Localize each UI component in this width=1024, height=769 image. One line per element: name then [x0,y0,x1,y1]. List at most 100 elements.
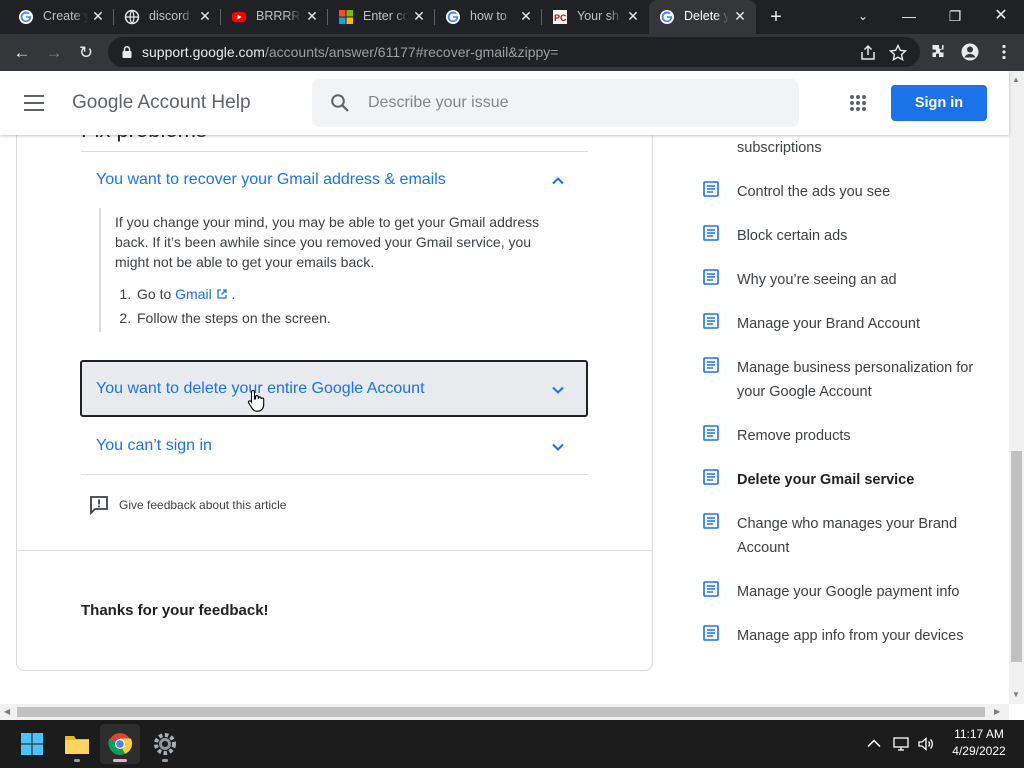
tab-title: Your sh [577,9,619,23]
close-tab-icon[interactable]: ✕ [732,8,748,24]
restore-button[interactable]: ❐ [932,0,978,34]
close-window-button[interactable]: ✕ [978,0,1024,34]
feedback-link[interactable]: Give feedback about this article [88,494,286,516]
gmail-link[interactable]: Gmail [175,286,227,302]
article-icon [703,357,719,373]
bookmark-star-icon[interactable] [888,43,908,63]
sidebar-item-label: Block certain ads [737,228,848,244]
tab-title: Enter co [363,9,408,23]
feedback-label: Give feedback about this article [119,498,287,512]
scroll-right-arrow-icon[interactable]: ▶ [994,707,1000,717]
chevron-down-icon[interactable] [551,440,565,454]
sidebar-item-label: subscriptions [737,140,822,156]
volume-icon[interactable] [917,735,935,753]
url-text[interactable]: support.google.com/accounts/answer/61177… [142,44,558,60]
back-button[interactable]: ← [9,40,35,66]
tab-title: Create y [43,9,88,23]
browser-toolbar: ← → ↻ support.google.com/accounts/answer… [0,34,1024,71]
step-text: Go to [137,286,172,302]
minimize-button[interactable]: — [886,0,932,34]
chevron-up-icon[interactable] [551,174,565,188]
google-apps-icon[interactable] [849,94,867,112]
clock-time: 11:17 AM [954,727,1004,741]
browser-menu-icon[interactable] [994,42,1014,62]
accordion-body: If you change your mind, you may be able… [99,208,559,332]
browser-tab[interactable]: PC Your sh ✕ [542,0,649,34]
browser-tab[interactable]: Enter co ✕ [328,0,435,34]
browser-tab[interactable]: BRRRRR ✕ [221,0,328,34]
site-title[interactable]: Google Account Help [72,92,251,114]
sidebar-item-label: Why you’re seeing an ad [737,272,897,288]
close-tab-icon[interactable]: ✕ [197,8,213,24]
scroll-left-arrow-icon[interactable]: ◀ [4,707,10,717]
running-indicator [162,759,168,762]
article-icon [703,581,719,597]
new-tab-button[interactable]: + [766,7,786,27]
chevron-down-icon[interactable] [551,383,565,397]
sign-in-button[interactable]: Sign in [891,85,987,121]
article-icon [703,225,719,241]
search-icon[interactable] [330,93,350,113]
start-button[interactable] [12,724,52,764]
show-hidden-icons-chevron-icon[interactable] [865,735,883,753]
forward-button[interactable]: → [41,40,67,66]
youtube-icon [232,12,246,22]
clock-date: 4/29/2022 [952,744,1006,758]
body-paragraph: If you change your mind, you may be able… [115,214,540,270]
accordion-recover-gmail[interactable]: You want to recover your Gmail address &… [96,171,446,189]
tab-title: how to [470,9,507,23]
sidebar-item-label: Manage business personalization for your… [737,360,974,400]
chrome-button[interactable] [100,724,140,764]
google-icon [660,10,674,24]
svg-text:PC: PC [554,13,567,23]
article-icon [703,469,719,485]
thanks-message: Thanks for your feedback! [81,602,269,619]
chrome-icon [108,733,133,755]
browser-tab[interactable]: how to ✕ [435,0,542,34]
system-clock[interactable]: 11:17 AM 4/29/2022 [944,726,1014,760]
search-box[interactable] [312,79,799,127]
step-text: . [231,286,236,302]
article-icon [703,425,719,441]
tab-title: BRRRRR [256,9,301,23]
article-icon [703,513,719,529]
lock-icon [122,45,132,58]
windows-taskbar: 11:17 AM 4/29/2022 [0,720,1024,768]
settings-button[interactable] [145,724,185,764]
divider [81,474,588,475]
browser-tab[interactable]: discord ✕ [114,0,221,34]
horizontal-scrollbar-thumb[interactable] [17,707,985,717]
scroll-down-arrow-icon[interactable]: ▼ [1012,690,1020,700]
browser-tab-active[interactable]: Delete y ✕ [649,0,756,34]
microsoft-icon [339,10,353,24]
close-tab-icon[interactable]: ✕ [90,8,106,24]
vertical-scrollbar-thumb[interactable] [1011,451,1022,662]
main-menu-icon[interactable] [24,95,46,111]
close-tab-icon[interactable]: ✕ [411,8,427,24]
steps-list: Go to Gmail . Follow the steps on the sc… [135,284,559,328]
tab-search-chevron-icon[interactable]: ⌄ [840,0,886,34]
file-explorer-button[interactable] [57,724,97,764]
browser-tab-strip: Create y ✕ discord ✕ BRRRRR ✕ Enter co ✕… [0,0,1024,34]
share-icon[interactable] [858,43,878,63]
network-icon[interactable] [892,735,910,753]
sidebar-item-label: Delete your Gmail service [737,472,915,488]
feedback-icon [90,496,108,516]
article-icon [703,625,719,641]
profile-icon[interactable] [960,42,980,62]
close-tab-icon[interactable]: ✕ [518,8,534,24]
close-tab-icon[interactable]: ✕ [625,8,641,24]
search-input[interactable] [368,91,768,115]
sidebar-item-label: Control the ads you see [737,184,891,200]
article-icon [703,313,719,329]
reload-button[interactable]: ↻ [73,40,99,66]
active-indicator [113,759,127,762]
address-bar[interactable]: support.google.com/accounts/answer/61177… [108,37,920,67]
close-tab-icon[interactable]: ✕ [304,8,320,24]
sidebar-item-label: Manage app info from your devices [737,628,964,644]
extensions-puzzle-icon[interactable] [928,42,948,62]
card-divider [16,550,653,551]
scroll-up-arrow-icon[interactable]: ▲ [1012,75,1020,85]
accordion-cant-sign-in[interactable]: You can’t sign in [96,437,212,455]
browser-tab[interactable]: Create y ✕ [8,0,114,34]
